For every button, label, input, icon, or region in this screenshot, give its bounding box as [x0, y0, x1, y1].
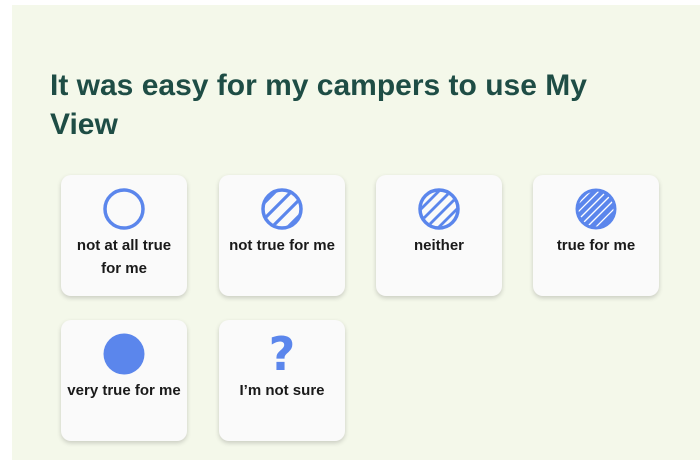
option-label: not at all true for me — [76, 237, 172, 277]
sparse-hatched-circle-icon — [260, 187, 304, 231]
question-title: It was easy for my campers to use My Vie… — [50, 69, 587, 141]
option-label: neither — [413, 237, 464, 254]
option-not-at-all-true[interactable]: not at all true for me — [61, 175, 187, 296]
dense-hatched-circle-icon — [574, 187, 618, 231]
option-not-sure[interactable]: ? I’m not sure — [219, 320, 345, 441]
option-label: true for me — [556, 237, 636, 254]
option-true[interactable]: true for me — [533, 175, 659, 296]
question-mark-icon: ? — [268, 327, 296, 381]
option-neither[interactable]: neither — [376, 175, 502, 296]
option-label: very true for me — [67, 382, 181, 399]
option-label: I’m not sure — [239, 382, 325, 399]
empty-circle-icon — [102, 187, 146, 231]
option-not-true[interactable]: not true for me — [219, 175, 345, 296]
option-very-true[interactable]: very true for me — [61, 320, 187, 441]
option-label: not true for me — [229, 237, 335, 254]
filled-circle-icon — [102, 332, 146, 376]
hatched-circle-icon — [417, 187, 461, 231]
